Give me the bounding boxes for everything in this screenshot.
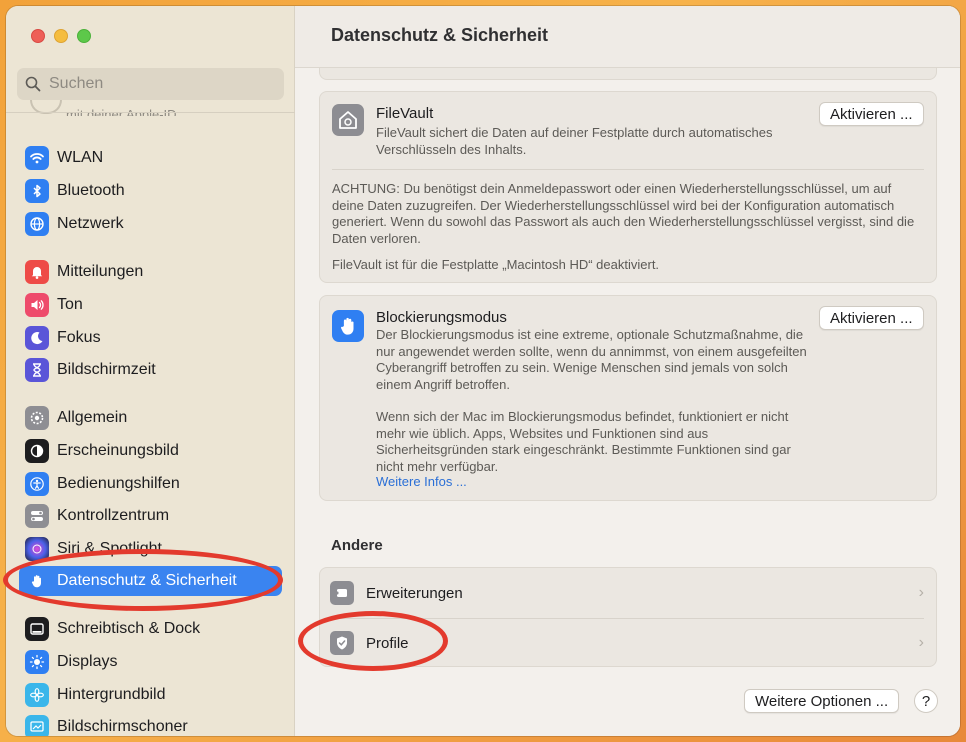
screensaver-icon [25, 715, 49, 736]
sidebar-item-label: Erscheinungsbild [57, 442, 179, 459]
filevault-divider [332, 169, 924, 170]
list-item-profile[interactable]: Profile › [320, 618, 936, 668]
chevron-right-icon: › [918, 584, 924, 601]
toggles-icon [25, 504, 49, 528]
search-input[interactable] [49, 75, 269, 93]
sidebar-item-bildschirmzeit[interactable]: Bildschirmzeit [19, 355, 282, 385]
sidebar-item-allgemein[interactable]: Allgemein [19, 403, 282, 433]
help-button[interactable]: ? [914, 689, 938, 713]
other-list: Erweiterungen › Profile › [319, 567, 937, 667]
sidebar-item-label: Ton [57, 296, 83, 313]
list-item-label: Erweiterungen [366, 584, 463, 602]
list-item-erweiterungen[interactable]: Erweiterungen › [320, 568, 936, 618]
sidebar-item-mitteilungen[interactable]: Mitteilungen [19, 257, 282, 287]
sidebar-item-label: WLAN [57, 149, 104, 166]
sidebar-item-label: Schreibtisch & Dock [57, 620, 201, 637]
siri-icon [25, 537, 49, 561]
sidebar-item-label: Bildschirmschoner [57, 718, 188, 735]
sidebar-item-bedienungshilfen[interactable]: Bedienungshilfen [19, 469, 282, 499]
sidebar-item-bildschirmschoner[interactable]: Bildschirmschoner [19, 712, 282, 736]
sidebar-item-label: Bedienungshilfen [57, 475, 180, 492]
lockdown-more-info-link[interactable]: Weitere Infos ... [376, 474, 467, 489]
sidebar-item-label: Netzwerk [57, 215, 124, 232]
hand-icon [332, 310, 364, 342]
sidebar-item-label: Hintergrundbild [57, 686, 166, 703]
sidebar-item-label: Displays [57, 653, 118, 670]
sidebar-divider [6, 112, 295, 113]
sidebar-item-netzwerk[interactable]: Netzwerk [19, 209, 282, 239]
sidebar-item-datenschutz-sicherheit[interactable]: Datenschutz & Sicherheit [19, 566, 282, 596]
sidebar-item-wlan[interactable]: WLAN [19, 143, 282, 173]
sidebar-item-label: Datenschutz & Sicherheit [57, 572, 237, 589]
settings-window: mit deiner Apple-ID WLAN Bluetooth Netzw… [6, 6, 960, 736]
filevault-card: FileVault FileVault sichert die Daten au… [319, 91, 937, 283]
page-title: Datenschutz & Sicherheit [331, 25, 549, 45]
sidebar-item-label: Fokus [57, 329, 101, 346]
extensions-icon [330, 581, 354, 605]
search-icon [25, 76, 41, 92]
sidebar: mit deiner Apple-ID WLAN Bluetooth Netzw… [6, 6, 295, 736]
sidebar-item-bluetooth[interactable]: Bluetooth [19, 176, 282, 206]
hand-icon [25, 569, 49, 593]
moon-icon [25, 326, 49, 350]
lockdown-title: Blockierungsmodus [376, 309, 507, 326]
section-title-andere: Andere [331, 537, 383, 554]
sidebar-item-ton[interactable]: Ton [19, 290, 282, 320]
appearance-icon [25, 439, 49, 463]
filevault-house-icon [332, 104, 364, 136]
filevault-description: FileVault sichert die Daten auf deiner F… [376, 125, 773, 157]
sidebar-item-erscheinungsbild[interactable]: Erscheinungsbild [19, 436, 282, 466]
sidebar-item-label: Siri & Spotlight [57, 540, 162, 557]
bluetooth-icon [25, 179, 49, 203]
minimize-window-button[interactable] [54, 29, 68, 43]
sidebar-item-label: Mitteilungen [57, 263, 144, 280]
speaker-icon [25, 293, 49, 317]
dock-icon [25, 617, 49, 641]
sidebar-item-schreibtisch-dock[interactable]: Schreibtisch & Dock [19, 614, 282, 644]
filevault-title: FileVault [376, 105, 434, 122]
sidebar-item-label: Bildschirmzeit [57, 361, 156, 378]
sidebar-item-siri-spotlight[interactable]: Siri & Spotlight [19, 534, 282, 564]
gear-icon [25, 406, 49, 430]
sun-icon [25, 650, 49, 674]
filevault-warning: ACHTUNG: Du benötigst dein Anmeldepasswo… [332, 181, 915, 246]
window-controls [31, 29, 91, 43]
search-field[interactable] [17, 68, 284, 100]
filevault-status: FileVault ist für die Festplatte „Macint… [332, 257, 660, 272]
accessibility-icon [25, 472, 49, 496]
flower-icon [25, 683, 49, 707]
lockdown-card: Blockierungsmodus Der Blockierungsmodus … [319, 295, 937, 501]
zoom-window-button[interactable] [77, 29, 91, 43]
sidebar-item-fokus[interactable]: Fokus [19, 323, 282, 353]
globe-icon [25, 212, 49, 236]
lockdown-description-1: Der Blockierungsmodus ist eine extreme, … [376, 327, 807, 392]
main-pane: Datenschutz & Sicherheit FileVault FileV… [295, 6, 960, 736]
sidebar-item-kontrollzentrum[interactable]: Kontrollzentrum [19, 501, 282, 531]
lockdown-description-2: Wenn sich der Mac im Blockierungsmodus b… [376, 409, 791, 474]
sidebar-item-hintergrundbild[interactable]: Hintergrundbild [19, 680, 282, 710]
list-item-label: Profile [366, 634, 409, 652]
apple-id-subtitle: mit deiner Apple-ID [66, 107, 177, 116]
sidebar-item-label: Kontrollzentrum [57, 507, 170, 524]
lockdown-activate-button[interactable]: Aktivieren ... [819, 306, 924, 330]
sidebar-item-displays[interactable]: Displays [19, 647, 282, 677]
chevron-right-icon: › [918, 634, 924, 651]
wifi-icon [25, 146, 49, 170]
profile-badge-icon [330, 631, 354, 655]
filevault-activate-button[interactable]: Aktivieren ... [819, 102, 924, 126]
more-options-button[interactable]: Weitere Optionen ... [744, 689, 900, 713]
hourglass-icon [25, 358, 49, 382]
bell-icon [25, 260, 49, 284]
close-window-button[interactable] [31, 29, 45, 43]
sidebar-item-label: Allgemein [57, 409, 128, 426]
sidebar-item-label: Bluetooth [57, 182, 125, 199]
toolbar: Datenschutz & Sicherheit [295, 6, 960, 68]
